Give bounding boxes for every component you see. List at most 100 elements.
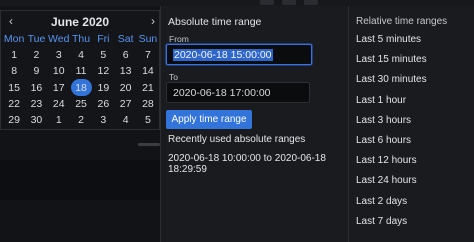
toolbar-icon[interactable] xyxy=(260,0,274,5)
calendar-grid: Mon Tue Wed Thu Fri Sat Sun 1 2 3 4 5 6 7 8 9 10 11 12 13 14… xyxy=(3,31,159,128)
from-input[interactable]: 2020-06-18 15:00:00 xyxy=(166,44,312,65)
calendar-day-label: 11 xyxy=(75,65,87,78)
calendar-day[interactable]: 19 xyxy=(92,82,114,94)
relative-range-item[interactable]: Last 2 days xyxy=(356,196,427,216)
recent-range-item[interactable]: 2020-06-18 10:00:00 to 2020-06-18 18:29:… xyxy=(168,153,349,175)
time-picker-screen: ‹ June 2020 › Mon Tue Wed Thu Fri Sat Sun 1 2 3 4 5… xyxy=(0,0,474,242)
relative-range-item[interactable]: Last 1 hour xyxy=(356,95,427,115)
calendar-day-label: 20 xyxy=(119,81,132,94)
apply-time-range-button[interactable]: Apply time range xyxy=(166,110,252,129)
calendar-day-label: 7 xyxy=(145,49,151,62)
calendar-day[interactable]: 13 xyxy=(114,65,136,77)
calendar-day[interactable]: 15 xyxy=(3,82,25,94)
calendar-day[interactable]: 9 xyxy=(25,65,47,77)
relative-range-section: Relative time ranges Last 5 minutes Last … xyxy=(348,6,474,242)
relative-range-item[interactable]: Last 7 days xyxy=(356,216,427,236)
calendar-day-label: 8 xyxy=(11,65,18,78)
relative-range-item[interactable]: Last 15 minutes xyxy=(356,54,427,74)
relative-range-item[interactable]: Last 12 hours xyxy=(356,155,427,175)
calendar-day[interactable]: 3 xyxy=(48,49,70,61)
relative-range-item[interactable]: Last 3 hours xyxy=(356,115,427,135)
recent-ranges-title: Recently used absolute ranges xyxy=(168,134,306,145)
calendar-day[interactable]: 27 xyxy=(114,98,136,110)
calendar-day[interactable]: 25 xyxy=(70,98,92,110)
weekday-label: Mon xyxy=(3,33,25,46)
calendar-day-label: 18 xyxy=(75,81,87,94)
calendar-day[interactable]: 7 xyxy=(137,49,159,61)
resize-handle xyxy=(138,143,160,146)
calendar-day-label: 29 xyxy=(8,114,20,127)
calendar-day[interactable]: 8 xyxy=(3,65,25,77)
calendar-day[interactable]: 3 xyxy=(92,114,114,126)
calendar-day[interactable]: 6 xyxy=(114,49,136,61)
calendar: ‹ June 2020 › Mon Tue Wed Thu Fri Sat Sun 1 2 3 4 5… xyxy=(0,10,160,130)
calendar-day-label: 9 xyxy=(33,65,40,78)
calendar-day[interactable]: 22 xyxy=(3,98,25,110)
calendar-day-label: 14 xyxy=(142,65,154,78)
next-month-icon[interactable]: › xyxy=(151,14,155,28)
calendar-day-label: 21 xyxy=(142,81,154,94)
calendar-day[interactable]: 11 xyxy=(70,65,92,77)
relative-range-item[interactable]: Last 24 hours xyxy=(356,175,427,195)
calendar-day[interactable]: 12 xyxy=(92,65,114,77)
weekday-label: Tue xyxy=(27,33,46,46)
weekday-header-row: Mon Tue Wed Thu Fri Sat Sun xyxy=(3,31,159,47)
calendar-day-selected[interactable]: 18 xyxy=(70,79,92,97)
calendar-day[interactable]: 20 xyxy=(114,82,136,94)
calendar-day[interactable]: 4 xyxy=(114,114,136,126)
calendar-day-label: 10 xyxy=(52,65,65,78)
calendar-week-row: 22 23 24 25 26 27 28 xyxy=(3,96,159,112)
time-range-picker: Absolute time range From 2020-06-18 15:0… xyxy=(160,6,474,242)
calendar-day-label: 13 xyxy=(119,65,132,78)
calendar-day[interactable]: 5 xyxy=(92,49,114,61)
calendar-day-label: 23 xyxy=(30,97,43,110)
calendar-week-row: 8 9 10 11 12 13 14 xyxy=(3,63,159,79)
save-icon[interactable] xyxy=(282,0,296,5)
to-input[interactable]: 2020-06-18 17:00:00 xyxy=(166,82,310,103)
absolute-range-title: Absolute time range xyxy=(168,16,262,28)
calendar-day-label: 24 xyxy=(52,97,65,110)
calendar-day[interactable]: 4 xyxy=(70,49,92,61)
calendar-day-label: 22 xyxy=(8,97,20,110)
absolute-range-section: Absolute time range From 2020-06-18 15:0… xyxy=(161,6,349,242)
calendar-day[interactable]: 5 xyxy=(137,114,159,126)
calendar-day[interactable]: 1 xyxy=(48,114,70,126)
calendar-day-label: 2 xyxy=(33,49,40,62)
calendar-day[interactable]: 2 xyxy=(25,49,47,61)
calendar-day[interactable]: 21 xyxy=(137,82,159,94)
calendar-day[interactable]: 10 xyxy=(48,65,70,77)
calendar-day-label: 3 xyxy=(55,49,62,62)
dashboard-background xyxy=(0,160,160,200)
calendar-day[interactable]: 17 xyxy=(48,82,70,94)
weekday-label: Sat xyxy=(117,33,134,46)
weekday-label: Sun xyxy=(138,33,158,46)
relative-range-item[interactable]: Last 30 minutes xyxy=(356,74,427,94)
calendar-day-label: 1 xyxy=(55,114,62,127)
calendar-day[interactable]: 29 xyxy=(3,114,25,126)
relative-range-item[interactable]: Last 6 hours xyxy=(356,135,427,155)
calendar-day[interactable]: 30 xyxy=(25,114,47,126)
relative-range-list: Last 5 minutes Last 15 minutes Last 30 min… xyxy=(356,34,427,236)
weekday-label: Thu xyxy=(71,33,91,46)
calendar-day-label: 26 xyxy=(97,97,110,110)
calendar-day-label: 19 xyxy=(97,81,110,94)
calendar-day-label: 1 xyxy=(11,49,18,62)
calendar-day[interactable]: 14 xyxy=(137,65,159,77)
calendar-month-title: June 2020 xyxy=(50,15,110,29)
settings-icon[interactable] xyxy=(304,0,318,5)
calendar-day[interactable]: 24 xyxy=(48,98,70,110)
calendar-day-label: 6 xyxy=(122,49,129,62)
calendar-day[interactable]: 2 xyxy=(70,114,92,126)
calendar-day[interactable]: 26 xyxy=(92,98,114,110)
calendar-week-row: 15 16 17 18 19 20 21 xyxy=(3,79,159,97)
calendar-day[interactable]: 23 xyxy=(25,98,47,110)
relative-range-item[interactable]: Last 5 minutes xyxy=(356,34,427,54)
from-label: From xyxy=(169,34,189,44)
weekday-label: Wed xyxy=(48,33,70,46)
calendar-day-label: 17 xyxy=(52,81,65,94)
calendar-day-label: 12 xyxy=(97,65,110,78)
calendar-day[interactable]: 1 xyxy=(3,49,25,61)
calendar-day-label: 4 xyxy=(78,49,84,62)
calendar-day[interactable]: 16 xyxy=(25,82,47,94)
calendar-day[interactable]: 28 xyxy=(137,98,159,110)
